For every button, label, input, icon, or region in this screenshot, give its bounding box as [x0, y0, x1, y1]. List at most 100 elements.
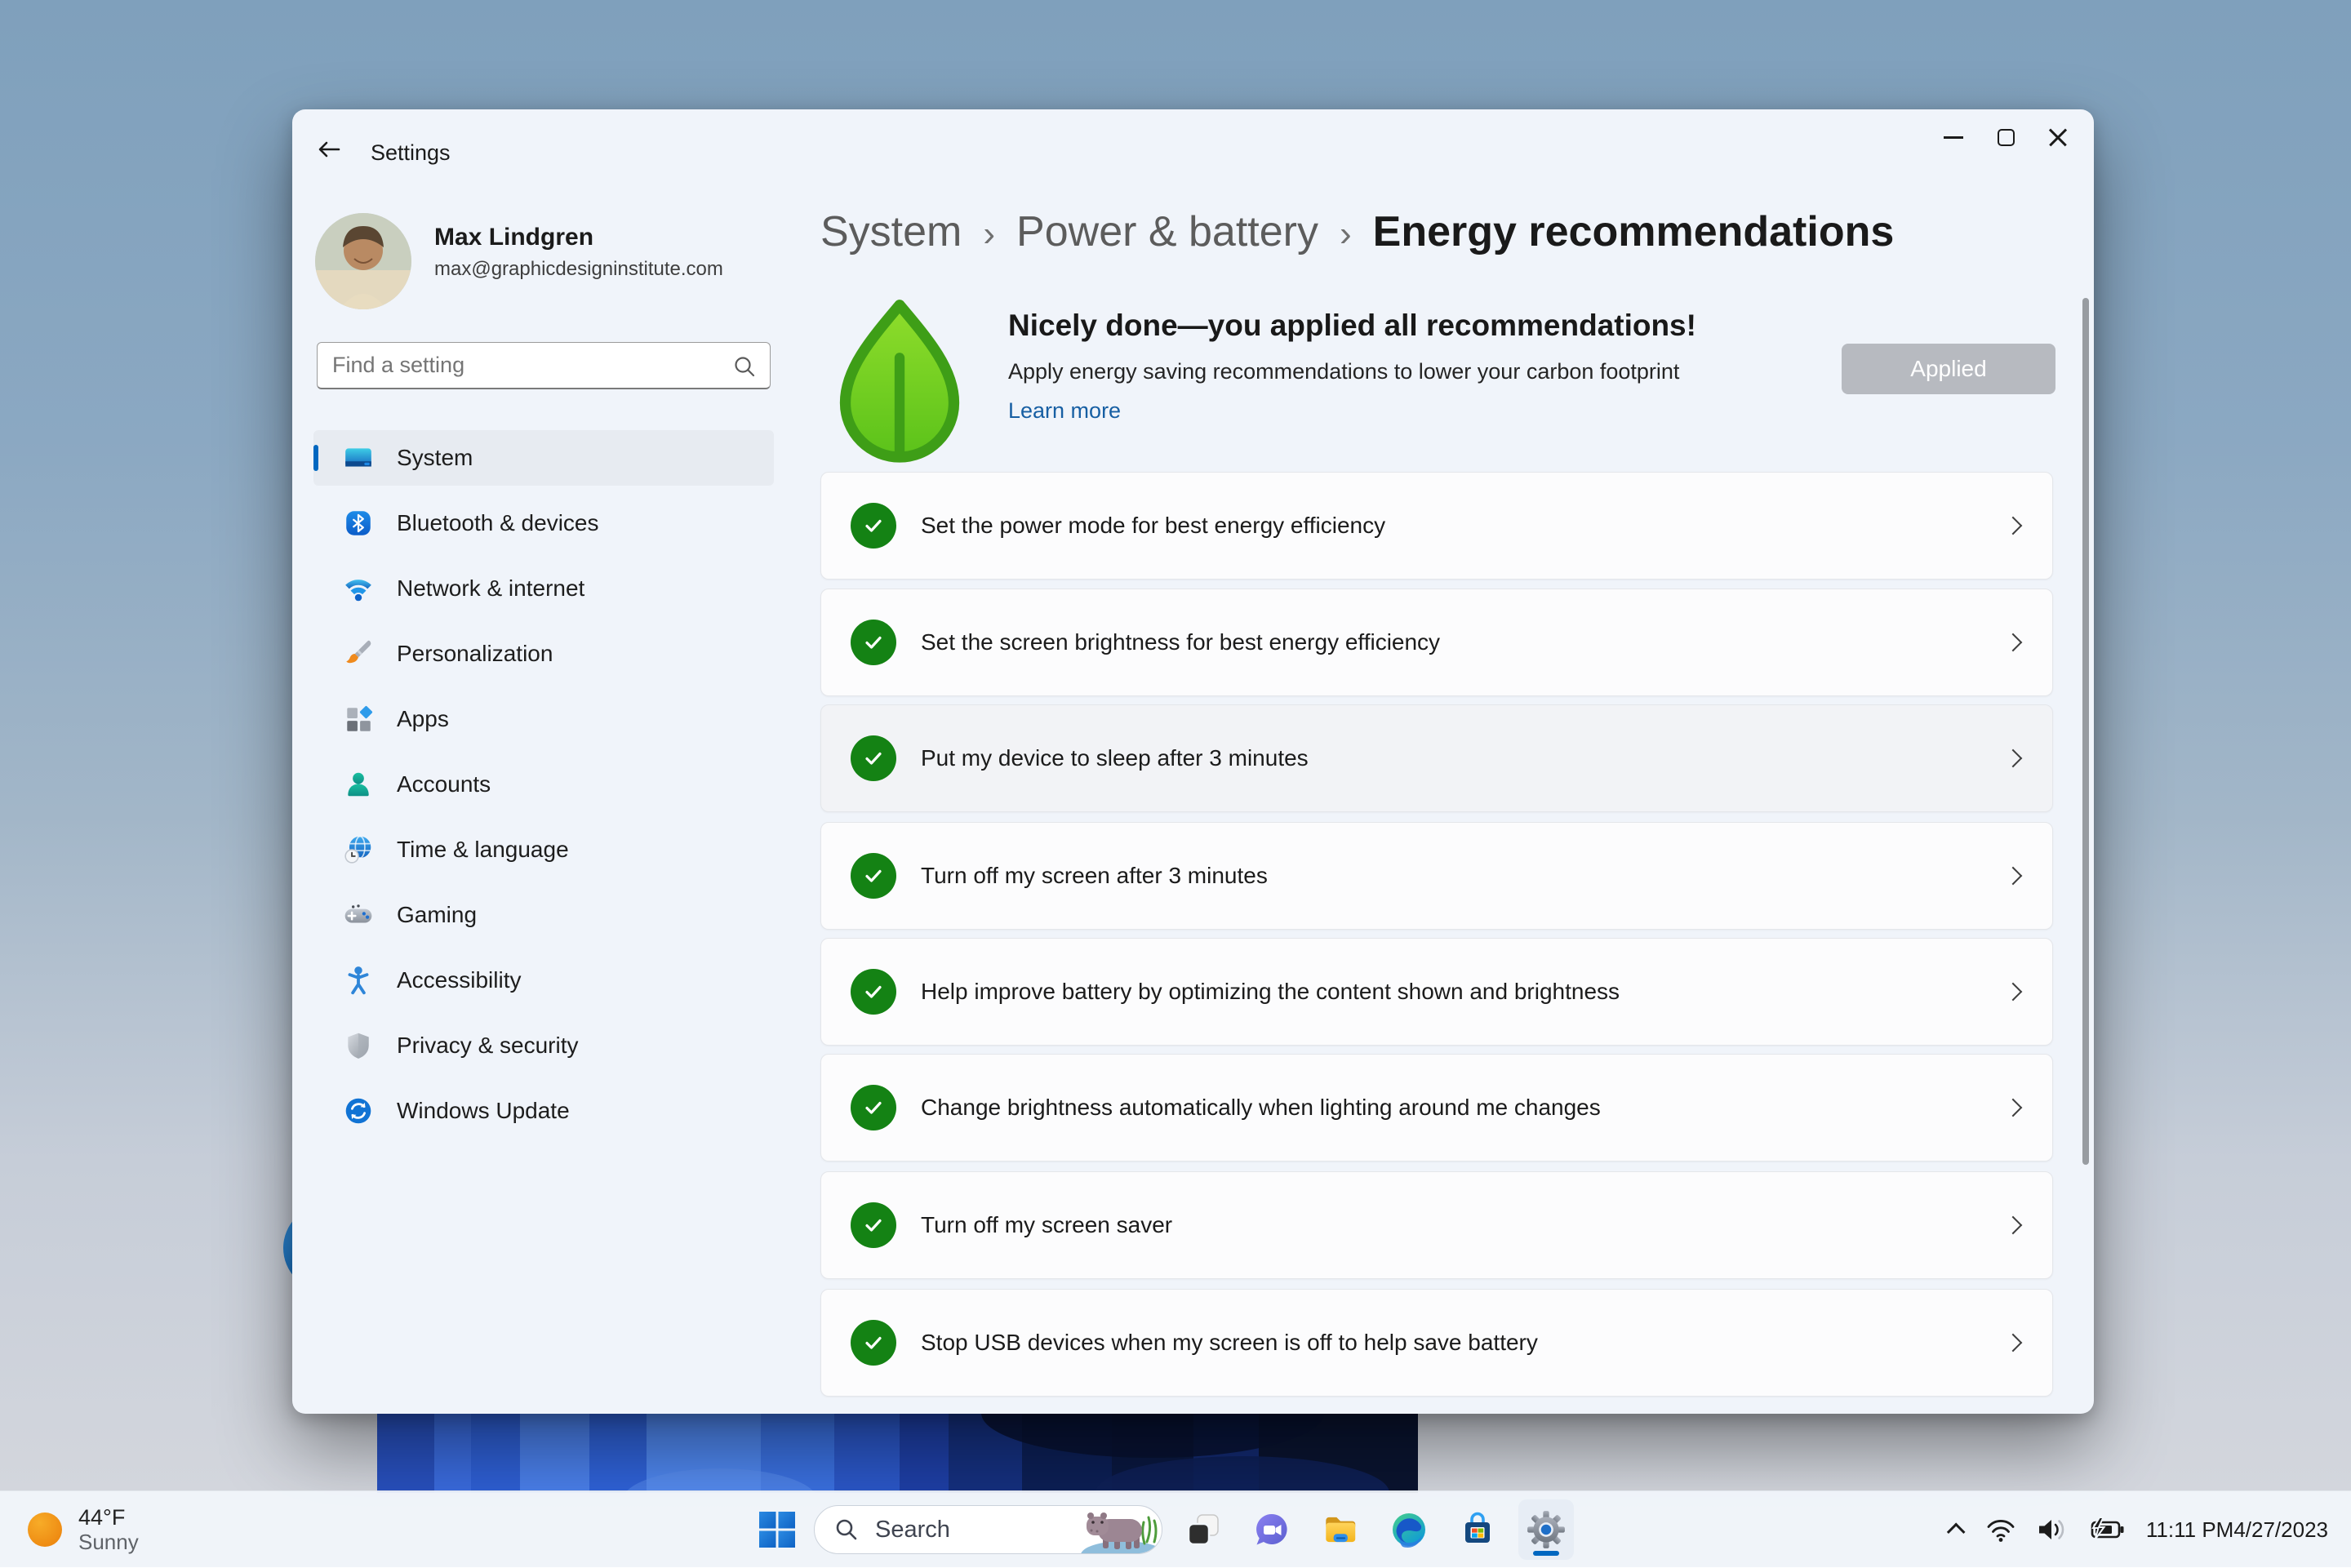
leaf-icon	[839, 300, 960, 463]
scrollbar[interactable]	[2082, 298, 2089, 1165]
battery-charging-icon	[2091, 1517, 2124, 1540]
window-title: Settings	[371, 140, 451, 165]
recommendation-label: Put my device to sleep after 3 minutes	[921, 745, 1309, 771]
task-view-icon	[1187, 1514, 1219, 1546]
volume-status[interactable]	[2037, 1517, 2068, 1543]
wifi-icon	[343, 573, 374, 604]
recommendation-row[interactable]: Turn off my screen saver	[820, 1171, 2053, 1279]
breadcrumb-system[interactable]: System	[820, 207, 962, 256]
breadcrumb-separator: ›	[1339, 214, 1352, 254]
minimize-icon	[1944, 135, 1963, 139]
sidebar-item-network-internet[interactable]: Network & internet	[313, 561, 774, 616]
breadcrumb-power-battery[interactable]: Power & battery	[1016, 207, 1318, 256]
bing-hippo-image	[1078, 1506, 1162, 1553]
recommendation-row[interactable]: Stop USB devices when my screen is off t…	[820, 1289, 2053, 1397]
tray-overflow-button[interactable]	[1946, 1522, 1966, 1542]
hero-subtitle: Apply energy saving recommendations to l…	[1008, 359, 1680, 384]
check-icon	[851, 1085, 896, 1130]
close-button[interactable]	[2032, 118, 2084, 157]
taskbar-search-label: Search	[875, 1516, 950, 1543]
window-controls	[1927, 118, 2084, 157]
sidebar-item-gaming[interactable]: Gaming	[313, 887, 774, 943]
taskbar-search[interactable]: Search	[814, 1505, 1162, 1554]
recommendation-label: Set the power mode for best energy effic…	[921, 513, 1386, 538]
avatar-photo	[315, 213, 411, 309]
avatar[interactable]	[315, 213, 411, 309]
applied-button[interactable]: Applied	[1842, 344, 2055, 394]
minimize-button[interactable]	[1927, 118, 1980, 157]
check-icon	[851, 620, 896, 665]
update-icon	[343, 1095, 374, 1126]
sidebar-item-system[interactable]: System	[313, 430, 774, 486]
gear-icon	[1527, 1511, 1565, 1548]
recommendation-label: Help improve battery by optimizing the c…	[921, 979, 1620, 1004]
sidebar-item-bluetooth-devices[interactable]: Bluetooth & devices	[313, 495, 774, 551]
breadcrumb-separator: ›	[983, 214, 996, 254]
maximize-icon	[1997, 128, 2015, 146]
clock-date: 4/27/2023	[2233, 1517, 2328, 1542]
sidebar-item-privacy-security[interactable]: Privacy & security	[313, 1018, 774, 1073]
check-icon	[851, 969, 896, 1015]
sidebar-item-accessibility[interactable]: Accessibility	[313, 953, 774, 1008]
breadcrumb: System › Power & battery › Energy recomm…	[820, 207, 1894, 256]
battery-status[interactable]	[2089, 1517, 2125, 1543]
system-icon	[343, 442, 374, 473]
recommendation-label: Stop USB devices when my screen is off t…	[921, 1330, 1538, 1355]
search-input[interactable]	[332, 343, 716, 388]
sidebar-item-personalization[interactable]: Personalization	[313, 626, 774, 682]
bluetooth-icon	[343, 508, 374, 539]
file-explorer-icon	[1326, 1517, 1356, 1543]
recommendation-row[interactable]: Put my device to sleep after 3 minutes	[820, 704, 2053, 812]
store-button[interactable]	[1450, 1499, 1505, 1560]
sidebar: System Bluetooth & devices Network & int…	[313, 430, 774, 1148]
accessibility-person-icon	[343, 965, 374, 996]
chevron-up-icon	[1946, 1522, 1966, 1542]
sidebar-item-windows-update[interactable]: Windows Update	[313, 1083, 774, 1139]
weather-temp: 44°F	[78, 1505, 126, 1530]
file-explorer-button[interactable]	[1313, 1499, 1368, 1560]
sidebar-item-label: Accounts	[397, 771, 491, 797]
gamepad-icon	[343, 899, 374, 931]
recommendation-label: Set the screen brightness for best energ…	[921, 629, 1441, 655]
wifi-icon	[1987, 1520, 2015, 1542]
settings-app-button[interactable]	[1518, 1499, 1574, 1560]
wifi-status[interactable]	[1986, 1517, 2015, 1543]
start-button[interactable]	[752, 1499, 802, 1560]
apps-icon	[343, 704, 374, 735]
sidebar-item-label: Gaming	[397, 902, 478, 927]
recommendation-label: Turn off my screen after 3 minutes	[921, 863, 1268, 888]
weather-condition: Sunny	[78, 1530, 139, 1554]
chevron-right-icon	[2003, 982, 2023, 1002]
person-icon	[343, 769, 374, 800]
edge-button[interactable]	[1381, 1499, 1437, 1560]
recommendation-row[interactable]: Help improve battery by optimizing the c…	[820, 938, 2053, 1046]
check-icon	[851, 503, 896, 549]
task-view-button[interactable]	[1176, 1499, 1231, 1560]
brush-icon	[343, 638, 374, 669]
recommendation-row[interactable]: Change brightness automatically when lig…	[820, 1054, 2053, 1162]
edge-icon	[1393, 1513, 1425, 1548]
weather-widget[interactable]: 44°F Sunny	[28, 1491, 139, 1568]
sidebar-item-apps[interactable]: Apps	[313, 691, 774, 747]
learn-more-link[interactable]: Learn more	[1008, 398, 1121, 424]
chevron-right-icon	[2003, 516, 2023, 535]
sidebar-item-time-language[interactable]: Time & language	[313, 822, 774, 877]
active-app-indicator	[1533, 1551, 1559, 1556]
chat-button[interactable]	[1244, 1499, 1300, 1560]
maximize-button[interactable]	[1980, 118, 2032, 157]
profile-name: Max Lindgren	[434, 224, 594, 251]
clock-time: 11:11 PM	[2145, 1517, 2234, 1542]
recommendation-row[interactable]: Set the power mode for best energy effic…	[820, 472, 2053, 580]
chevron-right-icon	[2003, 633, 2023, 652]
store-icon	[1465, 1512, 1490, 1543]
sidebar-item-label: System	[397, 445, 473, 470]
recommendation-row[interactable]: Turn off my screen after 3 minutes	[820, 822, 2053, 930]
back-button[interactable]	[310, 131, 348, 168]
check-icon	[851, 1320, 896, 1366]
chevron-right-icon	[2003, 866, 2023, 886]
speaker-icon	[2038, 1520, 2064, 1539]
sidebar-item-accounts[interactable]: Accounts	[313, 757, 774, 812]
recommendation-row[interactable]: Set the screen brightness for best energ…	[820, 589, 2053, 696]
search-icon	[735, 357, 755, 377]
clock[interactable]: 11:11 PM 4/27/2023	[2146, 1517, 2328, 1543]
